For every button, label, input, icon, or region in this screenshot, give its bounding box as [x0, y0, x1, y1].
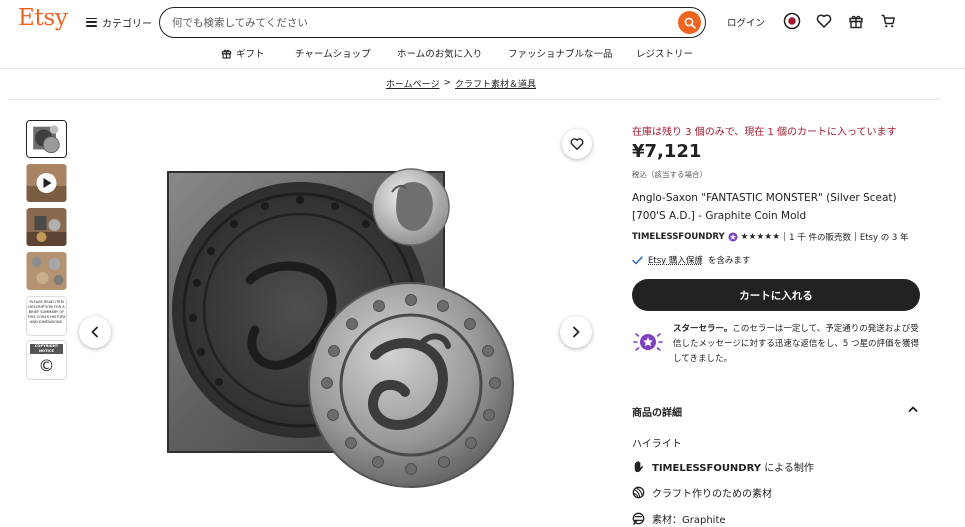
site-header: Etsy カテゴリー ログイン [0, 0, 965, 42]
etsy-logo[interactable]: Etsy [18, 5, 68, 31]
star-seller-text: スターセラー。このセラーは一定して、予定通りの発送および受信したメッセージに対す… [673, 322, 921, 367]
categories-button[interactable]: カテゴリー [86, 13, 152, 31]
next-image-button[interactable] [560, 316, 592, 348]
product-thumbnail-image [26, 208, 67, 246]
material-label: 素材： [652, 515, 682, 526]
video-thumbnail-image [26, 164, 67, 202]
copyright-notice-title: COPYRIGHT NOTICE [30, 344, 63, 354]
hand-wave-icon [634, 461, 643, 473]
main-product-image[interactable] [80, 120, 600, 510]
purchase-protection-suffix: を含みます [707, 256, 751, 266]
etsy-years: Etsy の 3 年 [859, 233, 909, 243]
chevron-right-icon [573, 326, 580, 338]
coin-mold-photo [167, 168, 514, 488]
nav-item-charm-shop[interactable]: チャームショップ [295, 46, 371, 60]
thumbnail-video[interactable] [26, 164, 67, 202]
header-divider [0, 68, 965, 69]
nav-item-home-favorites[interactable]: ホームのお気に入り [397, 46, 482, 60]
product-price: ¥7,121 [632, 141, 702, 162]
cart-icon [881, 14, 895, 28]
stock-notice: 在庫は残り 3 個のみで、現在 1 個のカートに入っています [632, 127, 897, 138]
chevron-left-icon [91, 326, 98, 338]
breadcrumb-divider [8, 99, 940, 100]
craft-supply-label: クラフト作りのための素材 [652, 489, 772, 500]
purchase-protection-link[interactable]: Etsy 購入保護 [648, 254, 703, 266]
heart-icon [816, 14, 832, 28]
thumbnail-copyright-notice[interactable]: COPYRIGHT NOTICE © [26, 340, 67, 380]
maker-shop-name[interactable]: TIMELESSFOUNDRY [652, 463, 761, 474]
star-seller-icon [633, 333, 663, 351]
sales-count: 1 千 件の販売数 [789, 233, 851, 243]
coin-mold-thumbnail-image [27, 121, 66, 157]
highlight-craft-supply: クラフト作りのための素材 [632, 485, 772, 500]
separator: | [853, 232, 857, 242]
thumbnail-3[interactable] [26, 208, 67, 246]
star-seller-badge-icon [728, 232, 738, 242]
purchase-protection: Etsy 購入保護 を含みます [632, 254, 750, 266]
thumbnail-description-note[interactable]: PLEASE READ ITEM DESCRIPTION FOR A BRIEF… [26, 296, 67, 336]
shop-name-link[interactable]: TIMELESSFOUNDRY [632, 232, 725, 242]
search-bar [159, 7, 706, 38]
highlights-heading: ハイライト [632, 439, 682, 450]
search-icon [684, 17, 696, 29]
heart-icon [570, 138, 584, 150]
star-seller-title: スターセラー。 [673, 324, 733, 334]
tax-note: 税込（該当する場合） [632, 170, 707, 179]
login-link[interactable]: ログイン [727, 15, 765, 29]
gift-icon [221, 49, 232, 59]
nav-item-gifts[interactable]: ギフト [221, 46, 265, 60]
breadcrumb-separator: > [443, 78, 452, 88]
highlight-made-by: TIMELESSFOUNDRY による制作 [632, 459, 814, 474]
product-title: Anglo-Saxon "FANTASTIC MONSTER" (Silver … [632, 192, 897, 222]
etsy-insider-button[interactable] [782, 11, 802, 31]
thumbnail-1[interactable] [26, 120, 67, 158]
highlight-material: 素材：Graphite [632, 511, 726, 526]
breadcrumb: ホームページ > クラフト素材＆道具 [0, 76, 922, 90]
cart-button[interactable] [878, 11, 898, 31]
material-value: Graphite [682, 515, 726, 526]
thumbnail-note-text: PLEASE READ ITEM DESCRIPTION FOR A BRIEF… [27, 300, 66, 324]
breadcrumb-home[interactable]: ホームページ [386, 77, 440, 90]
nav-item-fashion[interactable]: ファッショナブルな一品 [508, 46, 613, 60]
breadcrumb-category[interactable]: クラフト素材＆道具 [455, 77, 536, 90]
menu-icon [86, 17, 97, 27]
copyright-icon: © [38, 356, 55, 375]
separator: | [783, 232, 787, 242]
nav-item-registry[interactable]: レジストリー [636, 46, 693, 60]
chevron-up-icon [908, 406, 918, 412]
item-details-toggle[interactable]: 商品の詳細 [632, 404, 920, 419]
previous-image-button[interactable] [79, 316, 111, 348]
favorites-button[interactable] [814, 11, 834, 31]
shop-info-row: TIMELESSFOUNDRY ★★★★★ | 1 千 件の販売数 | Etsy… [632, 230, 909, 244]
category-nav: ギフト チャームショップ ホームのお気に入り ファッショナブルな一品 レジストリ… [0, 44, 965, 62]
nav-label: ギフト [236, 49, 265, 60]
add-to-cart-button[interactable]: カートに入れる [632, 279, 920, 311]
product-thumbnail-image [26, 252, 67, 290]
search-button[interactable] [678, 11, 701, 34]
target-icon [783, 12, 801, 30]
search-input[interactable] [172, 14, 672, 31]
gift-button[interactable] [846, 11, 866, 31]
categories-label: カテゴリー [102, 18, 152, 30]
gift-icon [849, 15, 863, 29]
material-layers-icon [632, 512, 645, 525]
thumbnail-4[interactable] [26, 252, 67, 290]
yarn-ball-icon [632, 486, 645, 499]
checkmark-icon [632, 255, 643, 264]
made-by-suffix: による制作 [764, 463, 814, 474]
item-details-heading: 商品の詳細 [632, 408, 682, 419]
favorite-item-button[interactable] [562, 129, 592, 159]
rating-stars[interactable]: ★★★★★ [741, 232, 781, 242]
